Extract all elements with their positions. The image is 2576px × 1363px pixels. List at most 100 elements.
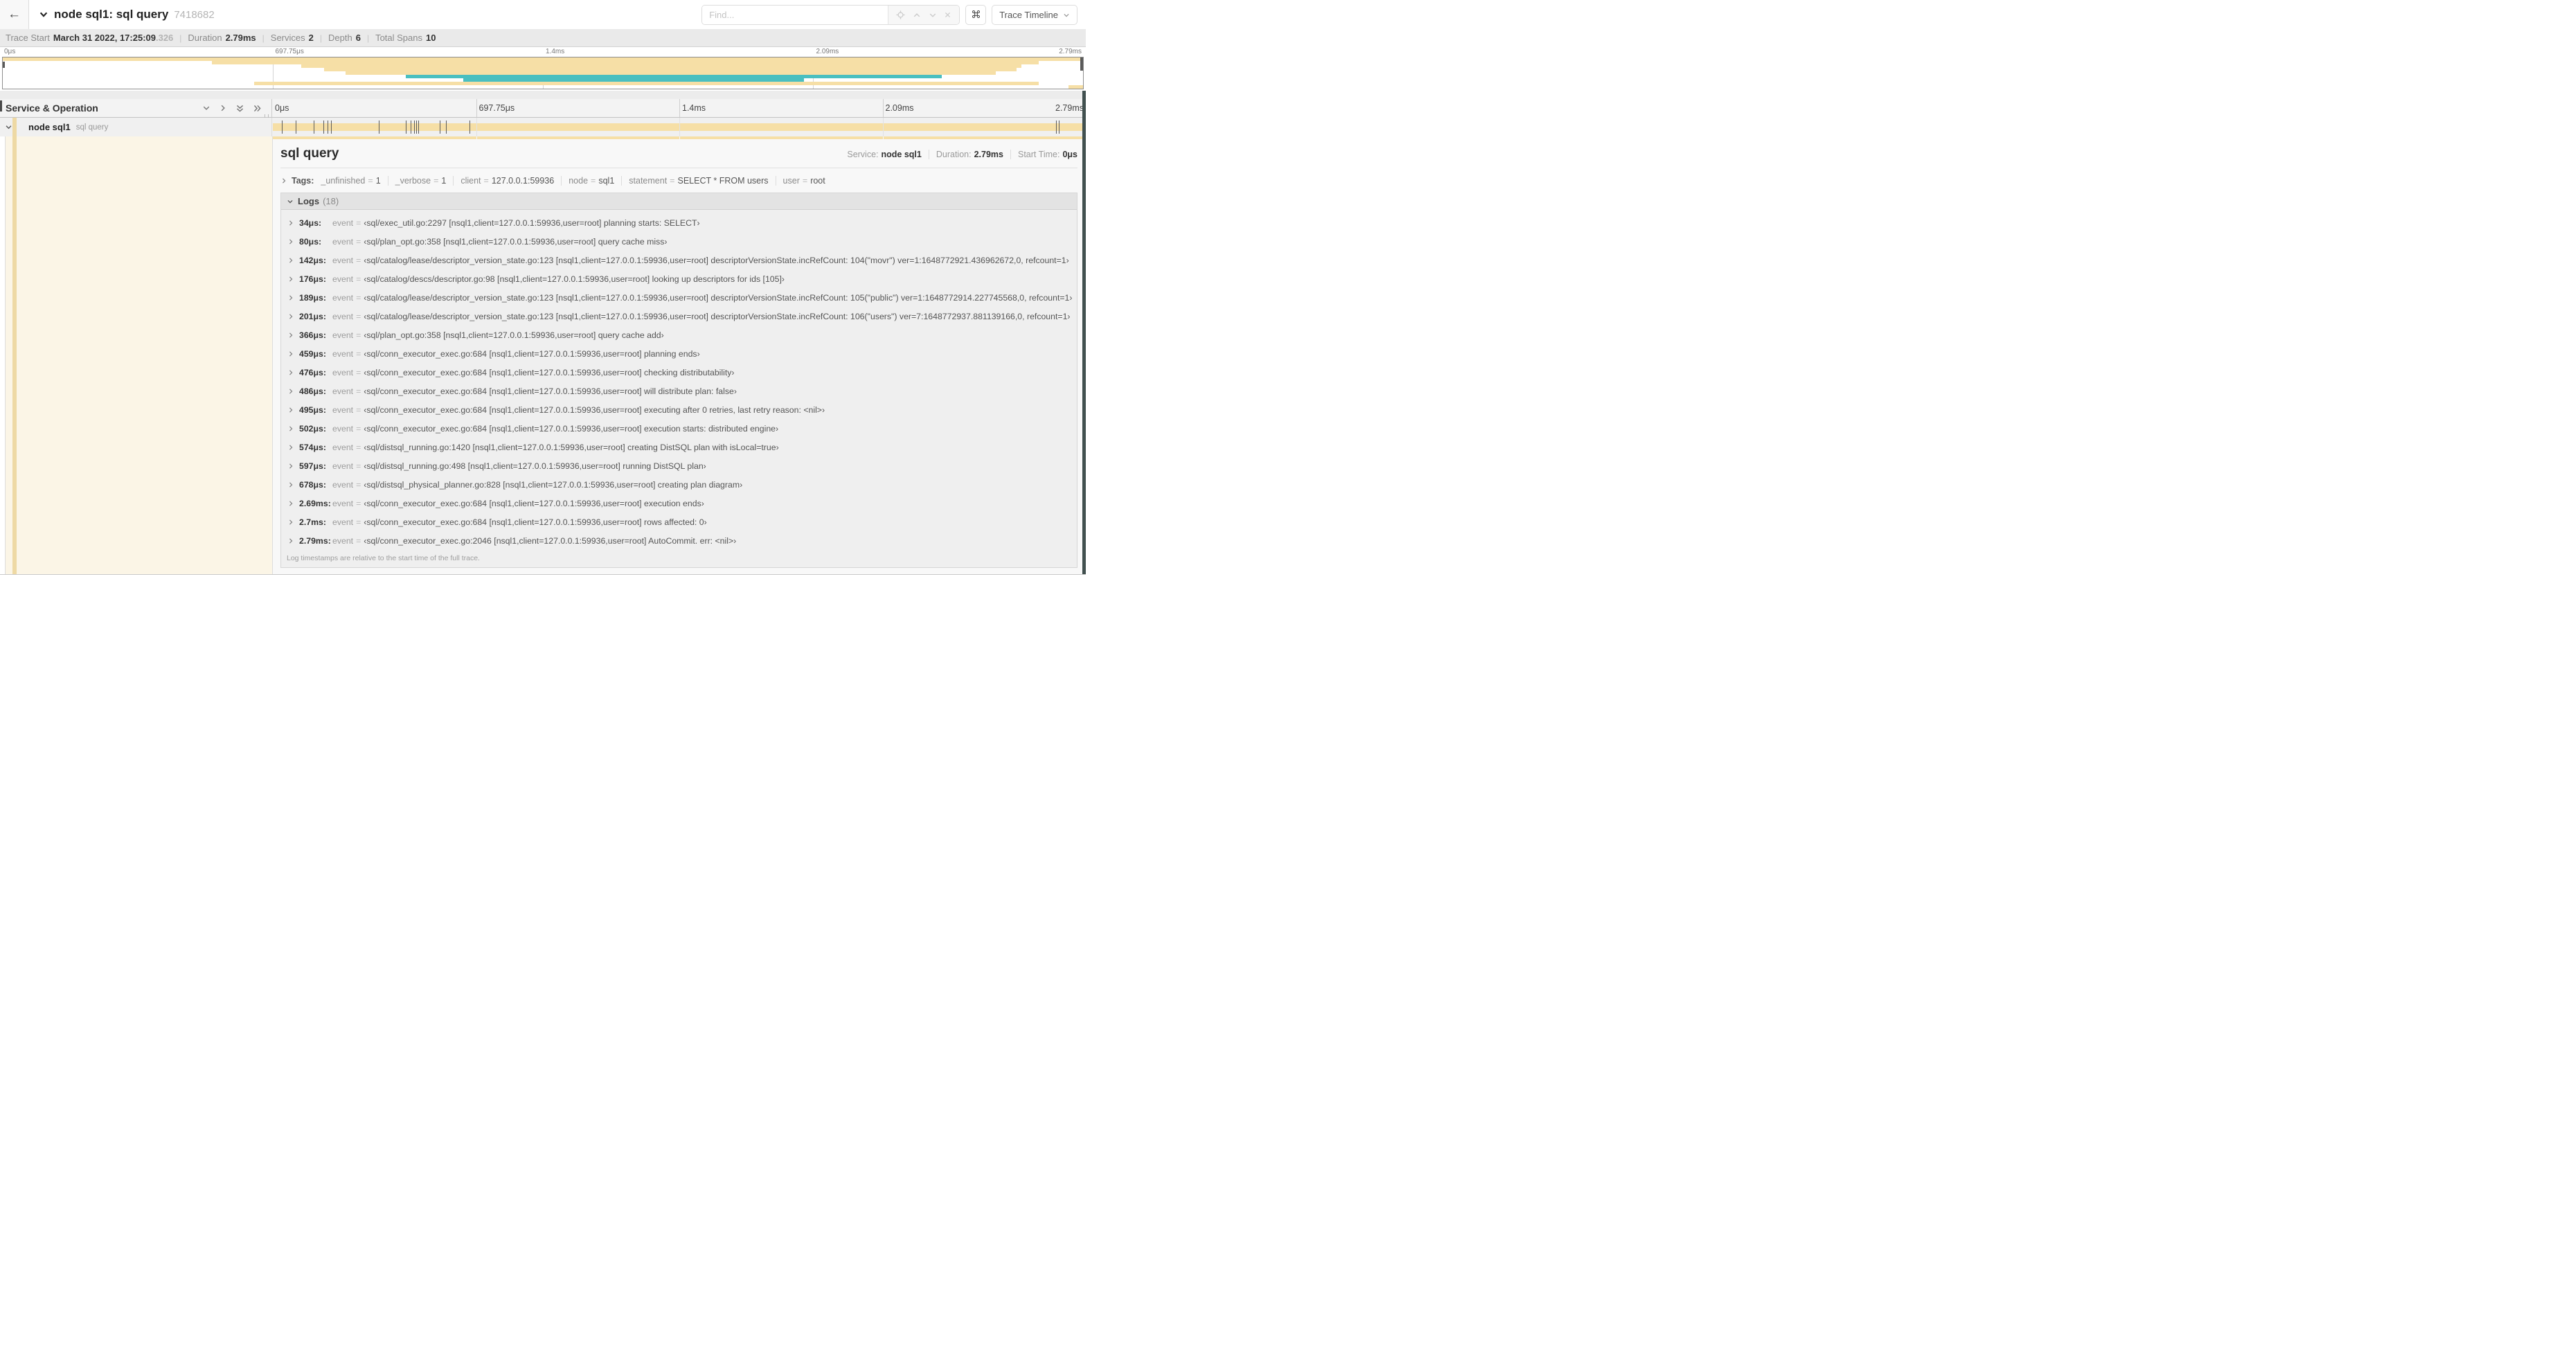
chevron-right-icon[interactable] — [287, 369, 294, 376]
divider: | — [319, 33, 322, 43]
log-row[interactable]: 2.79ms: event = ‹sql/conn_executor_exec.go:… — [281, 531, 1077, 550]
log-field-key: event — [332, 423, 354, 434]
minimap-canvas[interactable] — [2, 57, 1084, 89]
log-timestamp: 2.69ms: — [299, 498, 331, 508]
chevron-right-icon[interactable] — [280, 177, 287, 184]
log-row[interactable]: 2.7ms: event = ‹sql/conn_executor_exec.go:6… — [281, 513, 1077, 531]
span-row-timeline[interactable] — [273, 118, 1086, 136]
log-row[interactable]: 176μs: event = ‹sql/catalog/descs/descripto… — [281, 269, 1077, 288]
chevron-down-icon — [1063, 12, 1070, 19]
log-row[interactable]: 459μs: event = ‹sql/conn_executor_exec.go:6… — [281, 344, 1077, 363]
collapse-all-icon[interactable] — [235, 104, 244, 113]
keyboard-shortcuts-button[interactable] — [965, 5, 987, 25]
find-clear-icon[interactable] — [944, 11, 951, 19]
tag-value: 1 — [375, 176, 381, 186]
log-timestamp: 459μs: — [299, 348, 326, 359]
chevron-right-icon[interactable] — [287, 425, 294, 432]
chevron-right-icon[interactable] — [287, 294, 294, 301]
trace-summary-bar: Trace Start March 31 2022, 17:25:09.326 | D… — [0, 29, 1086, 47]
view-selector-button[interactable]: Trace Timeline — [992, 5, 1077, 25]
log-timestamp: 476μs: — [299, 367, 326, 377]
chevron-right-icon[interactable] — [287, 407, 294, 413]
minimap-span-bar — [254, 82, 1039, 85]
log-row[interactable]: 574μs: event = ‹sql/distsql_running.go:1420… — [281, 438, 1077, 456]
chevron-right-icon[interactable] — [287, 444, 294, 451]
vertical-scrollbar[interactable] — [1082, 91, 1086, 574]
logs-header[interactable]: Logs (18) — [281, 193, 1077, 210]
find-prev-icon[interactable] — [913, 11, 921, 19]
log-field-value: ‹sql/conn_executor_exec.go:684 [nsql1,cl… — [364, 404, 825, 415]
log-row[interactable]: 678μs: event = ‹sql/distsql_physical_planne… — [281, 475, 1077, 494]
chevron-right-icon[interactable] — [287, 388, 294, 395]
log-row[interactable]: 486μs: event = ‹sql/conn_executor_exec.go:6… — [281, 382, 1077, 400]
log-row[interactable]: 2.69ms: event = ‹sql/conn_executor_exec.go:… — [281, 494, 1077, 513]
timeline-tick-label: 0μs — [4, 48, 16, 55]
log-row[interactable]: 502μs: event = ‹sql/conn_executor_exec.go:6… — [281, 419, 1077, 438]
chevron-right-icon[interactable] — [287, 257, 294, 264]
log-timestamp: 366μs: — [299, 330, 326, 340]
collapse-all-chevron-icon[interactable] — [39, 10, 48, 19]
log-row[interactable]: 189μs: event = ‹sql/catalog/lease/descripto… — [281, 288, 1077, 307]
tags-list: _unfinished = 1 _verbose = 1 client = 127.0.0.1:… — [321, 176, 825, 186]
collapse-one-icon[interactable] — [202, 104, 211, 113]
service-color-strip — [12, 118, 17, 136]
timeline-tick-label: 0μs — [275, 103, 289, 113]
find-input[interactable] — [702, 6, 888, 24]
log-field-value: ‹sql/catalog/lease/descriptor_version_st… — [364, 292, 1073, 303]
divider: | — [366, 33, 370, 43]
tags-row[interactable]: Tags: _unfinished = 1 _verbose = 1 client = 127.… — [280, 173, 1077, 188]
divider — [1010, 150, 1011, 159]
chevron-right-icon[interactable] — [287, 519, 294, 526]
chevron-right-icon[interactable] — [287, 313, 294, 320]
tag-key: node — [569, 176, 589, 186]
log-row[interactable]: 142μs: event = ‹sql/catalog/lease/descripto… — [281, 251, 1077, 269]
locate-icon[interactable] — [896, 10, 905, 19]
command-icon — [971, 9, 981, 21]
log-field-key: event — [332, 461, 354, 471]
log-row[interactable]: 597μs: event = ‹sql/distsql_running.go:498 … — [281, 456, 1077, 475]
log-row[interactable]: 476μs: event = ‹sql/conn_executor_exec.go:6… — [281, 363, 1077, 382]
log-equals: = — [356, 386, 361, 396]
chevron-right-icon[interactable] — [287, 276, 294, 283]
chevron-right-icon[interactable] — [287, 481, 294, 488]
log-marker — [282, 121, 283, 134]
log-equals: = — [356, 292, 361, 303]
chevron-right-icon[interactable] — [287, 500, 294, 507]
log-equals: = — [356, 498, 361, 508]
tag-equals: = — [483, 176, 489, 186]
log-row[interactable]: 80μs: event = ‹sql/plan_opt.go:358 [nsql1,c… — [281, 232, 1077, 251]
log-row[interactable]: 366μs: event = ‹sql/plan_opt.go:358 [nsql1,… — [281, 326, 1077, 344]
log-row[interactable]: 34μs: event = ‹sql/exec_util.go:2297 [nsql1… — [281, 213, 1077, 232]
back-button[interactable]: ← — [0, 0, 29, 29]
minimap-right-drag-handle[interactable] — [1080, 57, 1083, 71]
find-next-icon[interactable] — [929, 11, 937, 19]
expand-one-icon[interactable] — [219, 104, 227, 113]
service-value: node sql1 — [881, 150, 922, 159]
log-field-key: event — [332, 330, 354, 340]
duration-label: Duration: — [936, 150, 972, 159]
chevron-right-icon[interactable] — [287, 463, 294, 470]
detail-operation-title: sql query — [280, 146, 339, 161]
chevron-right-icon[interactable] — [287, 238, 294, 245]
log-field-key: event — [332, 386, 354, 396]
tag-key: user — [782, 176, 800, 186]
log-timestamp: 189μs: — [299, 292, 326, 303]
chevron-right-icon[interactable] — [287, 537, 294, 544]
summary-label: Trace Start — [6, 33, 50, 43]
expand-all-icon[interactable] — [253, 104, 262, 113]
chevron-right-icon[interactable] — [287, 350, 294, 357]
log-row[interactable]: 201μs: event = ‹sql/catalog/lease/descripto… — [281, 307, 1077, 326]
chevron-right-icon[interactable] — [287, 220, 294, 226]
chevron-right-icon[interactable] — [287, 332, 294, 339]
span-row-name-column[interactable]: node sql1 sql query — [0, 118, 272, 136]
logs-footnote: Log timestamps are relative to the start… — [287, 554, 480, 562]
timeline-tick-label: 2.09ms — [816, 48, 839, 55]
chevron-down-icon[interactable] — [5, 123, 12, 131]
detail-header-info: Service: node sql1 Duration: 2.79ms Start … — [847, 150, 1077, 159]
span-detail-panel: sql query Service: node sql1 Duration: 2.7… — [272, 136, 1086, 574]
divider: | — [179, 33, 182, 43]
span-row[interactable]: node sql1 sql query — [0, 118, 1086, 136]
log-row[interactable]: 495μs: event = ‹sql/conn_executor_exec.go:6… — [281, 400, 1077, 419]
minimap-left-drag-handle[interactable] — [3, 61, 5, 68]
log-equals: = — [356, 479, 361, 490]
